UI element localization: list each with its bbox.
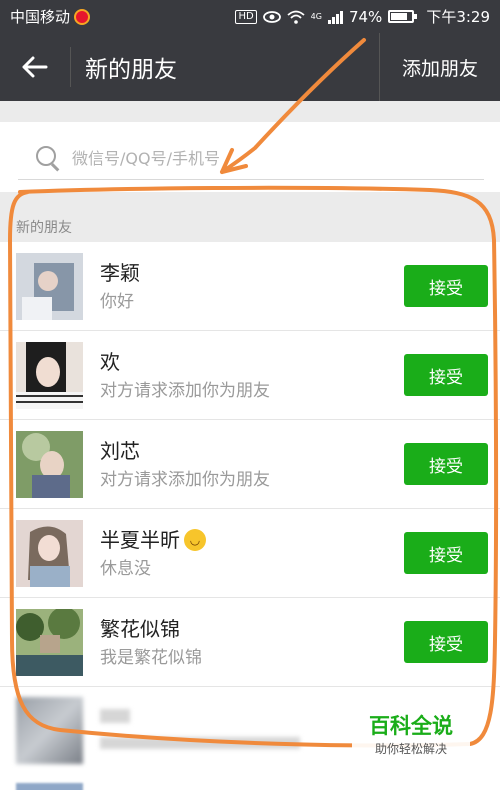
avatar[interactable]	[16, 252, 83, 320]
accept-button[interactable]: 接受	[404, 443, 488, 485]
carrier-label: 中国移动	[10, 8, 71, 26]
top-nav-bar: 新的朋友 添加朋友	[0, 33, 500, 101]
friend-request-row[interactable]: 欢 对方请求添加你为朋友 接受	[0, 331, 500, 420]
watermark-title: 百科全说	[369, 714, 453, 738]
battery-percent: 74%	[348, 7, 383, 26]
blurred-avatar	[16, 697, 83, 764]
search-bar	[0, 122, 500, 192]
page-title: 新的朋友	[85, 57, 177, 83]
battery-icon	[388, 10, 418, 23]
friend-request-row[interactable]: 李颖 你好 接受	[0, 242, 500, 331]
hd-badge: HD	[235, 9, 257, 24]
search-input[interactable]	[72, 149, 484, 168]
avatar[interactable]	[16, 341, 83, 409]
arrow-left-icon	[22, 56, 48, 78]
search-icon	[36, 145, 62, 172]
search-box[interactable]	[18, 138, 484, 180]
friend-message: 休息没	[100, 559, 151, 579]
accept-button[interactable]: 接受	[404, 265, 488, 307]
friend-name: 刘芯	[100, 439, 140, 463]
add-friend-button[interactable]: 添加朋友	[380, 33, 500, 101]
friend-request-list: 李颖 你好 接受 欢 对方请求添加你为朋友 接受 刘芯 对方请求添加你为朋友 接…	[0, 242, 500, 687]
signal-icon	[327, 10, 343, 24]
watermark-subtitle: 助你轻松解决	[374, 742, 447, 756]
weibo-icon	[74, 8, 91, 25]
avatar[interactable]	[16, 519, 83, 587]
clock: 下午3:29	[426, 8, 490, 26]
friend-message: 我是繁花似锦	[100, 648, 202, 668]
friend-name: 欢	[100, 350, 120, 374]
accept-button[interactable]: 接受	[404, 621, 488, 663]
friend-message: 你好	[100, 292, 134, 312]
friend-name-text: 半夏半昕	[100, 528, 180, 552]
friend-message: 对方请求添加你为朋友	[100, 381, 270, 401]
watermark: 百科全说 助你轻松解决	[352, 712, 470, 764]
friend-name: 繁花似锦	[100, 617, 180, 641]
friend-request-row[interactable]: 刘芯 对方请求添加你为朋友 接受	[0, 420, 500, 509]
back-button[interactable]	[0, 33, 70, 101]
friend-name: 半夏半昕 ◡	[100, 526, 404, 554]
accept-button[interactable]: 接受	[404, 532, 488, 574]
blurred-avatar	[16, 783, 83, 790]
network-type: 4G	[310, 12, 322, 21]
friend-name: 李颖	[100, 261, 140, 285]
section-header: 新的朋友	[16, 220, 72, 236]
friend-message: 对方请求添加你为朋友	[100, 470, 270, 490]
status-bar: 中国移动 HD 4G 74% 下午3:29	[0, 0, 500, 33]
friend-request-row[interactable]: 繁花似锦 我是繁花似锦 接受	[0, 598, 500, 687]
wifi-icon	[287, 10, 305, 24]
avatar[interactable]	[16, 608, 83, 676]
avatar[interactable]	[16, 430, 83, 498]
blurred-name	[100, 709, 130, 723]
accept-button[interactable]: 接受	[404, 354, 488, 396]
friend-request-row[interactable]: 半夏半昕 ◡ 休息没 接受	[0, 509, 500, 598]
eye-icon	[262, 10, 281, 23]
wink-emoji-icon: ◡	[184, 529, 206, 551]
blurred-message	[100, 737, 300, 749]
